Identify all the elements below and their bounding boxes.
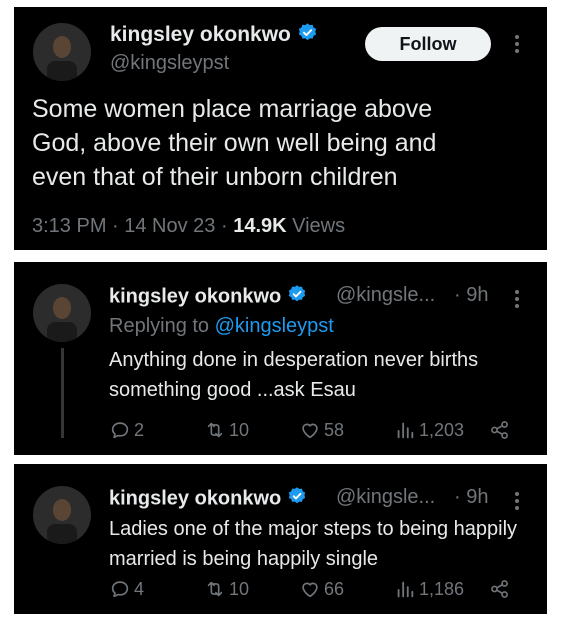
views-icon [397, 581, 414, 598]
views-count: 1,203 [419, 419, 465, 440]
views-count: 14.9K [233, 215, 287, 237]
author-name-text: kingsley okonkwo [109, 285, 282, 308]
verified-icon [287, 284, 307, 310]
replying-to-link[interactable]: @kingsleypst [215, 315, 334, 337]
views-label: Views [286, 215, 346, 237]
more-icon[interactable] [514, 492, 520, 513]
like-icon [302, 582, 318, 598]
author-handle[interactable]: @kingsle... [336, 486, 435, 509]
author-name[interactable]: kingsley okonkwo [109, 486, 307, 512]
tweet-timestamp[interactable]: 3:13 PM · 14 Nov 23 · [32, 215, 233, 237]
share-button[interactable] [489, 578, 514, 600]
author-name-text: kingsley okonkwo [109, 487, 282, 510]
views-button[interactable]: 1,186 [394, 578, 464, 600]
views-icon [397, 422, 414, 439]
share-icon [491, 580, 508, 598]
tweet-text: Some women place marriage above God, abo… [32, 95, 437, 191]
more-icon[interactable] [514, 35, 520, 56]
author-name-text: kingsley okonkwo [110, 23, 291, 47]
reply-icon [111, 422, 129, 439]
reply-count: 2 [134, 419, 145, 440]
avatar[interactable] [33, 486, 91, 544]
reply-button[interactable]: 4 [109, 578, 144, 600]
tweet-meta: 3:13 PM · 14 Nov 23 · 14.9K Views [32, 215, 345, 238]
tweet-timestamp[interactable]: · 9h [454, 284, 488, 307]
repost-button[interactable]: 10 [204, 419, 249, 441]
author-handle[interactable]: @kingsleypst [110, 52, 229, 75]
more-icon[interactable] [514, 290, 520, 311]
action-bar: 4 10 66 1,186 [109, 578, 529, 604]
repost-count: 10 [229, 578, 250, 599]
author-name[interactable]: kingsley okonkwo [110, 22, 318, 49]
repost-icon [207, 422, 223, 438]
share-button[interactable] [489, 419, 514, 441]
reply-card-1: kingsley okonkwo @kingsle... · 9h Replyi… [14, 262, 547, 455]
verified-icon [287, 486, 307, 512]
tweet-text: Ladies one of the major steps to being h… [109, 518, 518, 570]
replying-prefix: Replying to [109, 315, 215, 337]
main-tweet-card: kingsley okonkwo @kingsleypst Follow Som… [14, 7, 547, 250]
tweet-timestamp[interactable]: · 9h [454, 486, 488, 509]
repost-button[interactable]: 10 [204, 578, 249, 600]
thread-line [61, 348, 64, 438]
reply-button[interactable]: 2 [109, 419, 144, 441]
action-bar: 2 10 58 1,203 [109, 419, 529, 445]
views-count: 1,186 [419, 578, 465, 599]
reply-card-2: kingsley okonkwo @kingsle... · 9h Ladies… [14, 464, 547, 614]
like-button[interactable]: 58 [299, 419, 344, 441]
tweet-text: Anything done in desperation never birth… [109, 349, 479, 401]
repost-icon [207, 581, 223, 597]
replying-to: Replying to @kingsleypst [109, 315, 334, 338]
like-count: 66 [324, 578, 345, 599]
share-icon [491, 421, 508, 439]
repost-count: 10 [229, 419, 250, 440]
avatar[interactable] [33, 23, 91, 81]
avatar[interactable] [33, 284, 91, 342]
reply-icon [111, 581, 129, 598]
views-button[interactable]: 1,203 [394, 419, 464, 441]
like-count: 58 [324, 419, 345, 440]
like-button[interactable]: 66 [299, 578, 344, 600]
like-icon [302, 423, 318, 439]
reply-count: 4 [134, 578, 145, 599]
author-handle[interactable]: @kingsle... [336, 284, 435, 307]
follow-button[interactable]: Follow [365, 27, 491, 61]
author-name[interactable]: kingsley okonkwo [109, 284, 307, 310]
verified-icon [297, 22, 318, 49]
